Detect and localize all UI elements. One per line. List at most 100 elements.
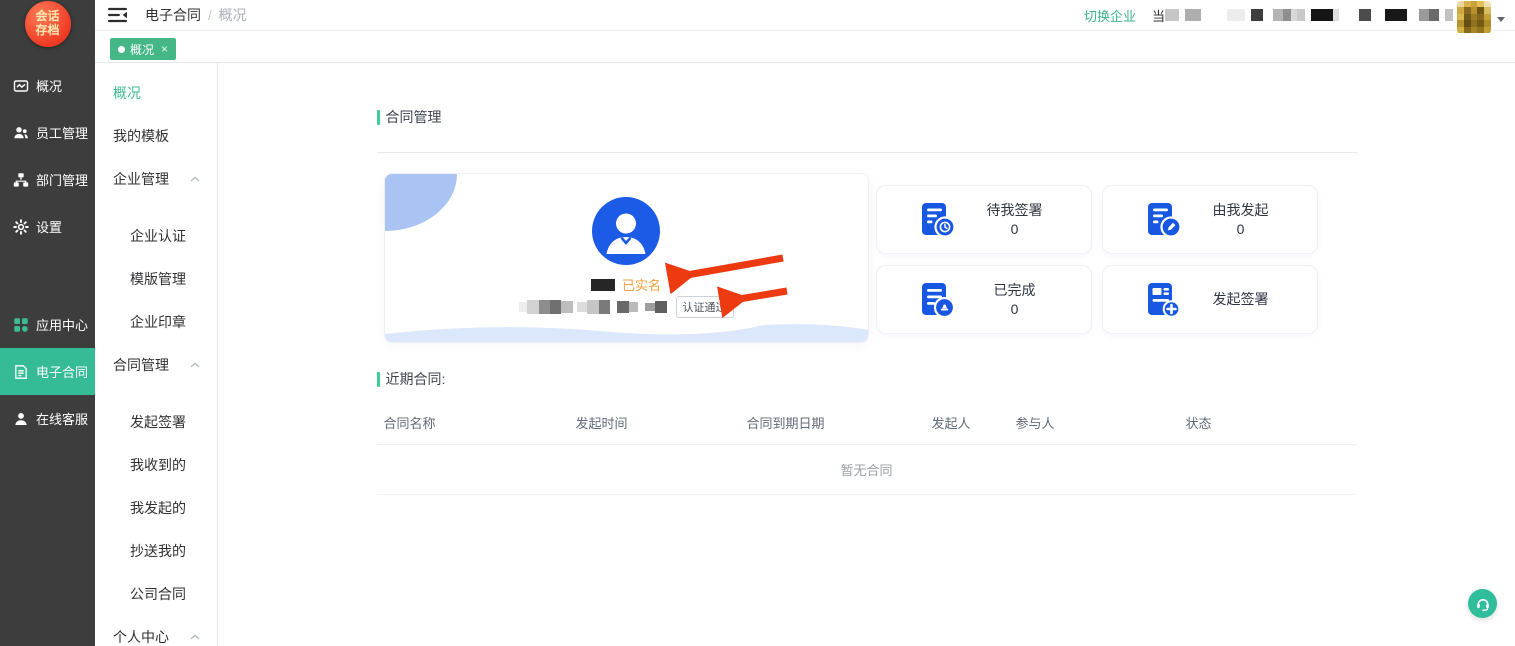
submenu-item-label: 发起签署: [130, 412, 186, 432]
doc-edit-icon: [1141, 198, 1185, 242]
submenu-item-template-management[interactable]: 模版管理: [95, 257, 217, 300]
customer-service-button[interactable]: [1468, 589, 1497, 618]
secondary-sidebar: 概况我的模板企业管理企业认证模版管理企业印章合同管理发起签署我收到的我发起的抄送…: [95, 63, 218, 646]
breadcrumb: 电子合同 / 概况: [145, 5, 247, 25]
sidebar-item-e-contract[interactable]: 电子合同: [0, 348, 95, 395]
switch-company-link[interactable]: 切换企业: [1084, 6, 1136, 25]
app-root: 会话 存档 概况员工管理部门管理设置应用中心电子合同在线客服 电子合同 / 概况…: [0, 0, 1515, 646]
sidebar-item-label: 在线客服: [36, 409, 88, 428]
submenu-item-contract-management[interactable]: 合同管理: [95, 343, 217, 386]
recent-contracts-table: 合同名称发起时间合同到期日期发起人参与人状态 暂无合同: [377, 413, 1357, 495]
chevron-up-icon[interactable]: [189, 359, 201, 371]
submenu-item-label: 我的模板: [113, 126, 169, 146]
submenu-item-label: 企业认证: [130, 226, 186, 246]
doc-plus-icon: [1141, 278, 1185, 322]
chevron-up-icon[interactable]: [189, 173, 201, 185]
chevron-up-icon[interactable]: [189, 631, 201, 643]
stat-card-text: 已完成0: [959, 281, 1071, 319]
submenu-item-label: 我收到的: [130, 455, 186, 475]
sidebar-item-online-service[interactable]: 在线客服: [0, 395, 95, 442]
stat-card-awaiting-my-signature[interactable]: 待我签署0: [876, 185, 1092, 254]
submenu-item-overview[interactable]: 概况: [95, 71, 217, 114]
submenu-item-initiated-by-me[interactable]: 我发起的: [95, 486, 217, 529]
submenu-item-my-templates[interactable]: 我的模板: [95, 114, 217, 157]
submenu-item-label: 合同管理: [113, 355, 169, 375]
submenu-item-enterprise-management[interactable]: 企业管理: [95, 157, 217, 200]
submenu-item-initiate-signing[interactable]: 发起签署: [95, 400, 217, 443]
submenu-item-personal-center[interactable]: 个人中心: [95, 615, 217, 646]
primary-sidebar: 会话 存档 概况员工管理部门管理设置应用中心电子合同在线客服: [0, 0, 95, 646]
doc-clock-icon: [915, 198, 959, 242]
decorative-wave: [385, 316, 868, 342]
sidebar-item-department-management[interactable]: 部门管理: [0, 156, 95, 203]
topbar-right: 切换企业 当: [1084, 0, 1505, 32]
logo-line2: 存档: [35, 24, 59, 38]
table-column-header: 参与人: [1016, 413, 1186, 432]
tabbar: 概况 ×: [95, 31, 1515, 63]
green-bar-icon: [377, 372, 380, 387]
table-column-header: 发起人: [932, 413, 1016, 432]
submenu-item-company-contracts[interactable]: 公司合同: [95, 572, 217, 615]
stat-card-initiate-signing[interactable]: 发起签署: [1102, 265, 1318, 334]
users-icon: [13, 125, 29, 141]
dashboard-icon: [13, 78, 29, 94]
table-header-row: 合同名称发起时间合同到期日期发起人参与人状态: [377, 413, 1357, 445]
app-logo[interactable]: 会话 存档: [25, 1, 71, 47]
stat-card-text: 发起签署: [1185, 290, 1297, 309]
profile-card: 已实名 认证通过: [384, 173, 869, 343]
submenu-item-label: 概况: [113, 83, 141, 103]
table-column-header: 合同到期日期: [747, 413, 932, 432]
table-column-header: 合同名称: [384, 413, 576, 432]
submenu-item-cc-to-me[interactable]: 抄送我的: [95, 529, 217, 572]
breadcrumb-current: 概况: [219, 5, 247, 25]
table-column-header: 状态: [1186, 413, 1357, 432]
submenu-item-received-by-me[interactable]: 我收到的: [95, 443, 217, 486]
sidebar-item-employee-management[interactable]: 员工管理: [0, 109, 95, 156]
close-icon[interactable]: ×: [161, 43, 168, 55]
stat-value: 0: [959, 220, 1071, 239]
sidebar-item-label: 应用中心: [36, 315, 88, 334]
realname-status-label: 已实名: [622, 275, 661, 294]
stat-card-initiated-by-me[interactable]: 由我发起0: [1102, 185, 1318, 254]
primary-nav: 概况员工管理部门管理设置应用中心电子合同在线客服: [0, 62, 95, 442]
stat-value: 0: [959, 300, 1071, 319]
submenu-item-label: 公司合同: [130, 584, 186, 604]
org-chart-icon: [13, 172, 29, 188]
sidebar-item-label: 电子合同: [36, 362, 88, 381]
stat-card-completed[interactable]: 已完成0: [876, 265, 1092, 334]
sidebar-item-settings[interactable]: 设置: [0, 203, 95, 250]
tab-active-dot-icon: [118, 46, 125, 53]
decorative-corner: [385, 174, 457, 231]
apps-icon: [13, 317, 29, 333]
section-title-contract-management: 合同管理: [377, 107, 1357, 127]
blurred-company-name: [1165, 8, 1453, 22]
collapse-menu-icon[interactable]: [108, 7, 127, 23]
submenu-item-enterprise-auth[interactable]: 企业认证: [95, 214, 217, 257]
table-empty-state: 暂无合同: [377, 445, 1357, 495]
sidebar-item-overview[interactable]: 概况: [0, 62, 95, 109]
main-content: 合同管理: [218, 63, 1515, 646]
stat-card-text: 待我签署0: [959, 201, 1071, 239]
logo-line1: 会话: [35, 10, 59, 24]
breadcrumb-separator: /: [208, 8, 212, 23]
person-icon: [13, 411, 29, 427]
doc-stamp-icon: [915, 278, 959, 322]
tab-overview[interactable]: 概况 ×: [110, 38, 176, 60]
stat-label: 待我签署: [959, 201, 1071, 220]
stat-label: 发起签署: [1185, 290, 1297, 309]
submenu-item-enterprise-seal[interactable]: 企业印章: [95, 300, 217, 343]
caret-down-icon[interactable]: [1497, 17, 1505, 22]
sidebar-item-label: 部门管理: [36, 170, 88, 189]
gear-icon: [13, 219, 29, 235]
certification-badge: 认证通过: [676, 296, 734, 318]
topbar: 电子合同 / 概况 切换企业 当: [95, 0, 1515, 31]
realname-row: 已实名: [385, 275, 868, 294]
avatar[interactable]: [1457, 1, 1491, 34]
stat-label: 由我发起: [1185, 201, 1297, 220]
sidebar-item-app-center[interactable]: 应用中心: [0, 301, 95, 348]
divider: [377, 152, 1357, 153]
headset-icon: [1474, 595, 1492, 613]
right-column: 电子合同 / 概况 切换企业 当 概况 × 概况我的模板企业管理企业认证模版管理: [95, 0, 1515, 646]
section-title-recent-contracts: 近期合同:: [377, 369, 1357, 389]
breadcrumb-root[interactable]: 电子合同: [145, 5, 201, 25]
